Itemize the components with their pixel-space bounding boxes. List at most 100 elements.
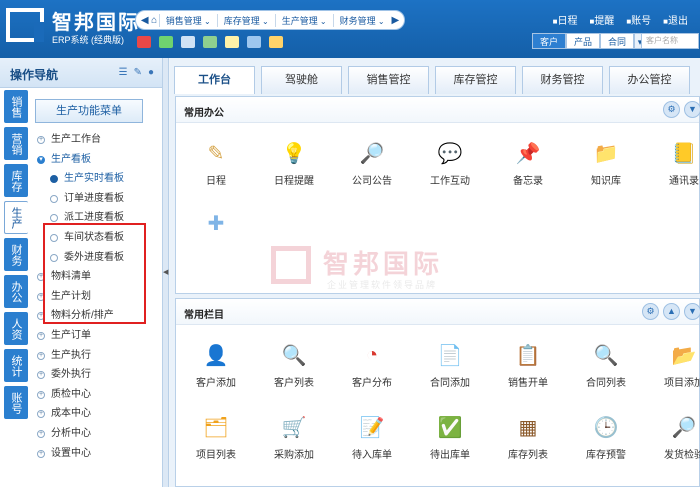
search-input[interactable]: 客户名称	[641, 33, 699, 49]
vtab-hr[interactable]: 人资	[4, 312, 28, 345]
tab-cockpit[interactable]: 驾驶舱	[261, 66, 342, 94]
tree-item[interactable]: + 委外执行	[36, 365, 156, 385]
shortcut-label: 项目列表	[196, 450, 236, 461]
vtab-office[interactable]: 办公	[4, 275, 28, 308]
shortcut-item[interactable]: 📂 项目添加	[644, 326, 700, 396]
tree-item[interactable]: + 生产订单	[36, 326, 156, 346]
tab-workbench[interactable]: 工作台	[174, 66, 255, 94]
tree-item[interactable]: + 设置中心	[36, 444, 156, 464]
wrench-icon[interactable]: ✎	[134, 67, 142, 78]
collapse-splitter[interactable]	[163, 58, 169, 487]
account-link[interactable]: 账号	[626, 12, 651, 27]
shortcut-label: 发货检验	[664, 450, 700, 461]
back-icon[interactable]: ◀	[140, 15, 149, 26]
shortcut-label: 日程	[206, 176, 226, 187]
tree-subitem[interactable]: 生产实时看板	[36, 169, 156, 189]
chat-bubble-icon[interactable]	[225, 36, 239, 48]
shortcut-item[interactable]: ✅ 待出库单	[410, 398, 490, 468]
main-content: 工作台 驾驶舱 销售管控 库存管控 财务管控 办公管控 常用办公 ⚙ ▼ ✎ 日程…	[170, 58, 700, 487]
pencil-icon: ✎	[207, 142, 225, 165]
forward-icon[interactable]: ▶	[391, 15, 400, 26]
shortcut-item[interactable]: 🔍 客户列表	[254, 326, 334, 396]
grid-icon[interactable]	[247, 36, 261, 48]
nav-sales[interactable]: 销售管理	[158, 13, 217, 27]
tree-item[interactable]: ▾ 生产看板	[36, 150, 156, 170]
list-icon[interactable]: ☰	[119, 67, 128, 78]
schedule-link[interactable]: 日程	[553, 12, 577, 27]
shortcut-item[interactable]: 👤 客户添加	[176, 326, 256, 396]
nav-finance[interactable]: 财务管理	[332, 13, 391, 27]
vtab-marketing[interactable]: 营销	[4, 127, 28, 160]
user-icon[interactable]: ●	[148, 67, 154, 78]
vtab-account[interactable]: 账号	[4, 386, 28, 419]
vtab-sales[interactable]: 销售	[4, 90, 28, 123]
nav-inventory[interactable]: 库存管理	[216, 13, 275, 27]
search-user-icon: 🔎	[671, 416, 697, 439]
shortcut-label: 合同添加	[430, 378, 470, 389]
production-menu-button[interactable]: 生产功能菜单	[35, 99, 143, 123]
megaphone-icon[interactable]	[137, 36, 151, 48]
tab-sales-control[interactable]: 销售管控	[348, 66, 429, 94]
abacus-icon: ▦	[518, 416, 538, 439]
pin-icon: 📌	[515, 142, 541, 165]
shortcut-item[interactable]: 🔍 合同列表	[566, 326, 646, 396]
shortcut-item[interactable]: 📒 通讯录	[644, 124, 700, 194]
arrow-up-icon[interactable]: ▲	[663, 303, 680, 320]
book-icon[interactable]	[269, 36, 283, 48]
tab-product[interactable]: 产品	[566, 33, 601, 49]
shortcut-item[interactable]: 💬 工作互动	[410, 124, 490, 194]
tab-finance-control[interactable]: 财务管控	[522, 66, 603, 94]
shortcut-item[interactable]: 📝 待入库单	[332, 398, 412, 468]
shortcut-label: 库存列表	[508, 450, 548, 461]
shortcut-item[interactable]: 📄 合同添加	[410, 326, 490, 396]
settings-icon[interactable]: ⚙	[663, 101, 680, 118]
monitor-icon[interactable]	[181, 36, 195, 48]
shortcut-item[interactable]: 💡 日程提醒	[254, 124, 334, 194]
logout-link[interactable]: 退出	[663, 12, 688, 27]
vtab-production[interactable]: 生产	[4, 201, 28, 234]
tree-item[interactable]: + 质检中心	[36, 385, 156, 405]
shortcut-item[interactable]: 📋 销售开单	[488, 326, 568, 396]
shortcut-label: 知识库	[591, 176, 621, 187]
phone-icon[interactable]	[159, 36, 173, 48]
shortcut-item[interactable]: 📁 知识库	[566, 124, 646, 194]
vtab-statistics[interactable]: 统计	[4, 349, 28, 382]
clock-icon: 🕒	[593, 416, 619, 439]
arrow-down-icon[interactable]: ▼	[684, 101, 700, 118]
tab-office-control[interactable]: 办公管控	[609, 66, 690, 94]
shortcut-item[interactable]: 🔎 发货检验	[644, 398, 700, 468]
vtab-finance[interactable]: 财务	[4, 238, 28, 271]
top-right-links: 日程 提醒 账号 退出	[553, 12, 688, 27]
shortcut-item[interactable]: 🕒 库存预警	[566, 398, 646, 468]
watermark-logo-icon	[271, 246, 311, 284]
shortcut-item[interactable]: 🔎 公司公告	[332, 124, 412, 194]
tab-inventory-control[interactable]: 库存管控	[435, 66, 516, 94]
search-list-icon: 🔍	[281, 344, 307, 367]
shortcut-item[interactable]: ✚	[176, 194, 256, 264]
vtab-inventory[interactable]: 库存	[4, 164, 28, 197]
doc-add-icon: 📄	[437, 344, 463, 367]
cart-icon: 🛒	[281, 416, 307, 439]
logo-subtitle: ERP系统 (经典版)	[52, 35, 125, 45]
mail-icon[interactable]	[203, 36, 217, 48]
shortcut-item[interactable]: ✎ 日程	[176, 124, 256, 194]
shortcut-item[interactable]: ◔ 客户分布	[332, 326, 412, 396]
shortcut-item[interactable]: 🛒 采购添加	[254, 398, 334, 468]
shortcut-item[interactable]: 📌 备忘录	[488, 124, 568, 194]
tree-item[interactable]: + 生产工作台	[36, 130, 156, 150]
tree-item[interactable]: + 生产执行	[36, 346, 156, 366]
tree-item[interactable]: + 分析中心	[36, 424, 156, 444]
settings-icon[interactable]: ⚙	[642, 303, 659, 320]
reminder-link[interactable]: 提醒	[589, 12, 614, 27]
tab-contract[interactable]: 合同	[600, 33, 635, 49]
tree-subitem[interactable]: 订单进度看板	[36, 189, 156, 209]
shortcut-label: 通讯录	[669, 176, 699, 187]
tab-customer[interactable]: 客户	[532, 33, 567, 49]
arrow-down-icon[interactable]: ▼	[684, 303, 700, 320]
main-tabs: 工作台 驾驶舱 销售管控 库存管控 财务管控 办公管控	[170, 66, 690, 94]
nav-production[interactable]: 生产管理	[274, 13, 333, 27]
shortcut-item[interactable]: ▦ 库存列表	[488, 398, 568, 468]
tree-item[interactable]: + 成本中心	[36, 404, 156, 424]
shortcut-item[interactable]: 🗂 项目列表	[176, 398, 256, 468]
home-icon[interactable]: ⌂	[149, 15, 158, 26]
